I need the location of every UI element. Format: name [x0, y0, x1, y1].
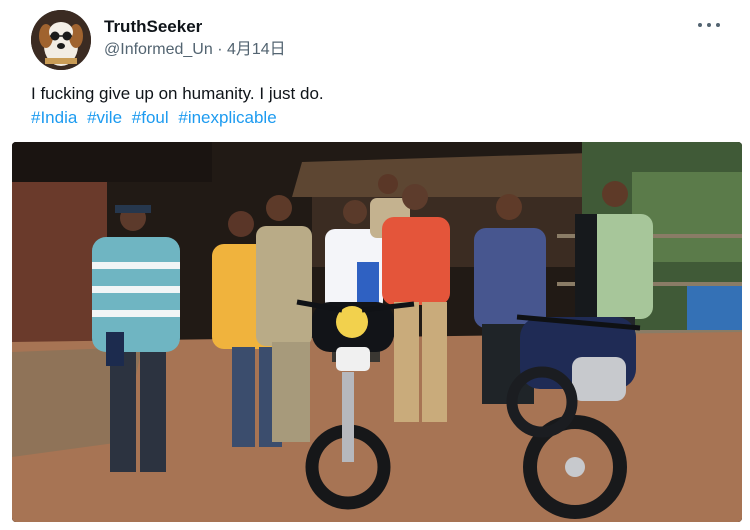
tweet-photo[interactable]: [12, 142, 742, 522]
display-name[interactable]: TruthSeeker: [104, 17, 286, 37]
handle-line: @Informed_Un · 4月14日: [104, 40, 286, 60]
hashtag-link[interactable]: #vile: [87, 108, 122, 127]
user-handle[interactable]: @Informed_Un: [104, 41, 213, 58]
tweet-date[interactable]: 4月14日: [227, 41, 286, 58]
hashtag-link[interactable]: #inexplicable: [178, 108, 276, 127]
hashtag-link[interactable]: #foul: [132, 108, 169, 127]
tweet-text: I fucking give up on humanity. I just do…: [31, 84, 324, 103]
user-info: TruthSeeker @Informed_Un · 4月14日: [104, 17, 286, 60]
hashtag-list: #India #vile #foul #inexplicable: [31, 106, 282, 129]
more-options-icon[interactable]: [698, 17, 720, 33]
hashtag-link[interactable]: #India: [31, 108, 77, 127]
photo-image: [12, 142, 742, 522]
avatar[interactable]: [31, 10, 91, 70]
separator-dot: ·: [217, 41, 223, 58]
tweet-card[interactable]: TruthSeeker @Informed_Un · 4月14日 I fucki…: [0, 0, 750, 530]
dog-avatar-icon: [31, 10, 91, 70]
